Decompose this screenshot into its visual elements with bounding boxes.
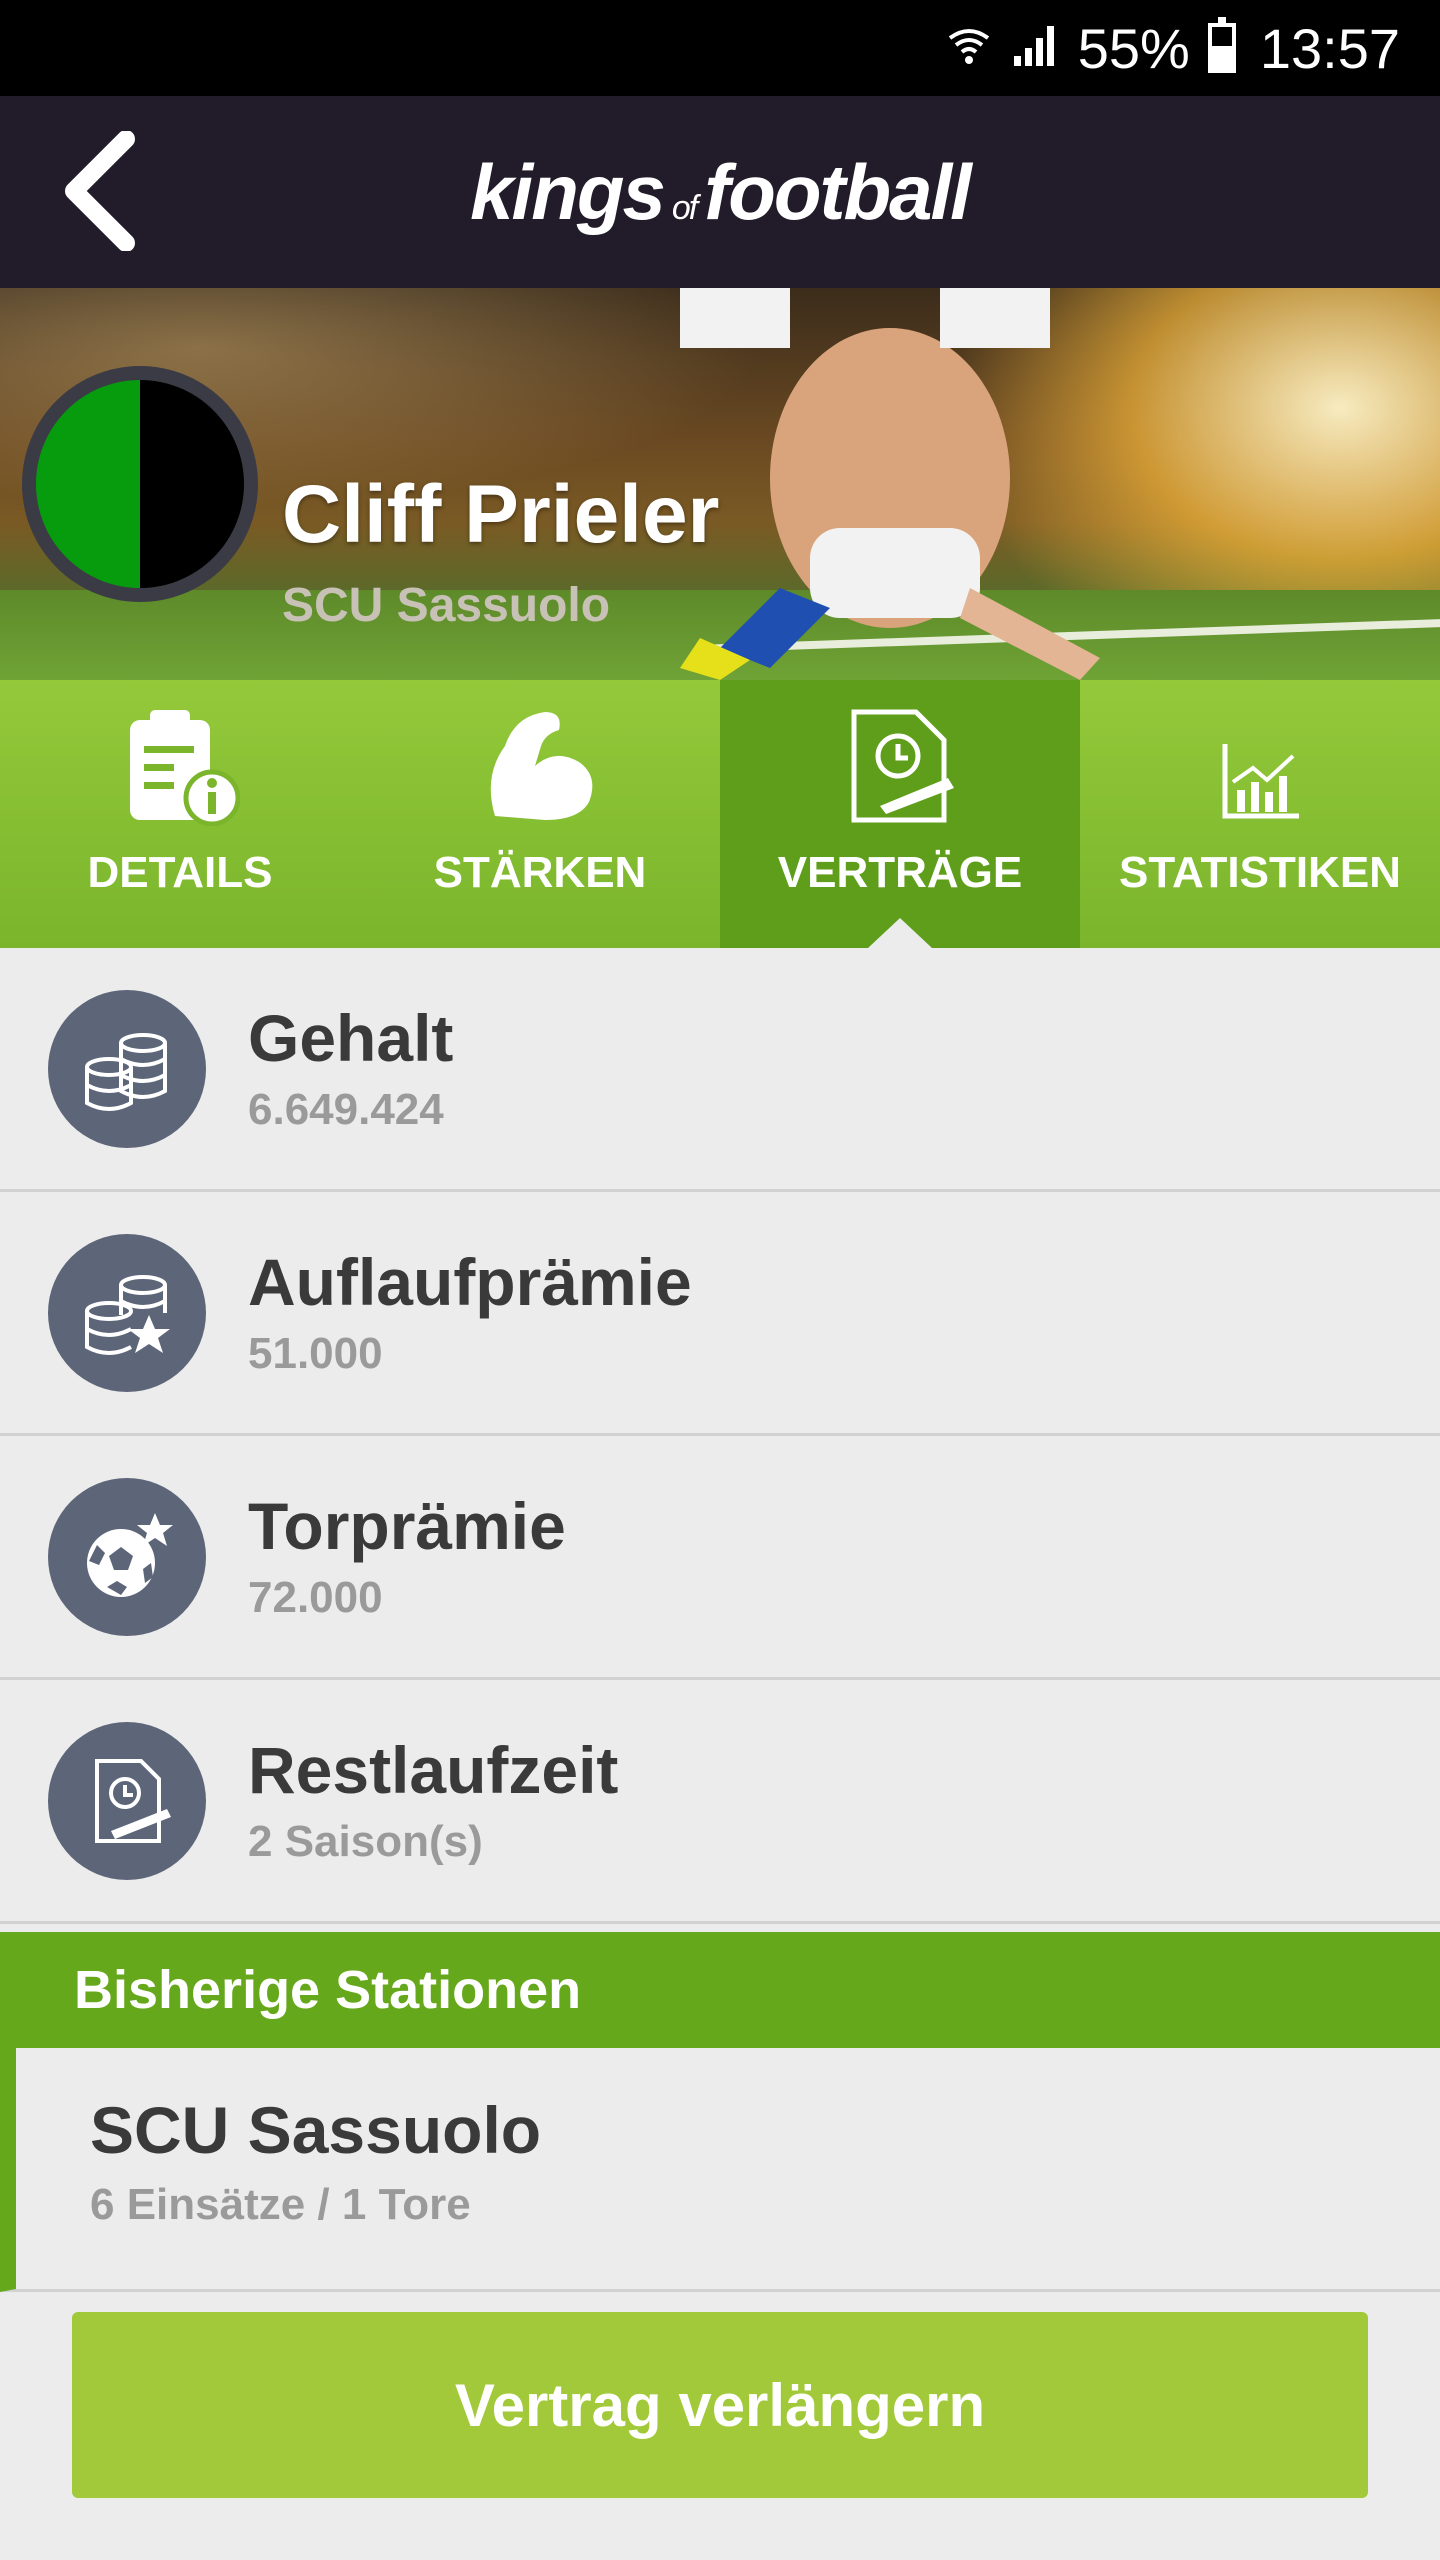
row-title: Gehalt bbox=[248, 1001, 454, 1076]
team-badge bbox=[22, 366, 258, 602]
list-item-auflaufpraemie: Auflaufprämie 51.000 bbox=[0, 1192, 1440, 1436]
clock: 13:57 bbox=[1259, 16, 1400, 80]
section-header-stations: Bisherige Stationen bbox=[0, 1932, 1440, 2048]
player-name: Cliff Prieler bbox=[282, 469, 720, 560]
status-bar: 55% 13:57 bbox=[0, 0, 1440, 96]
contract-list: Gehalt 6.649.424 Auflaufprämie 51.000 To… bbox=[0, 948, 1440, 1924]
signal-icon bbox=[1010, 16, 1060, 81]
battery-icon bbox=[1207, 17, 1236, 73]
contract-icon bbox=[851, 709, 954, 823]
list-item-torpraemie: Torprämie 72.000 bbox=[0, 1436, 1440, 1680]
flexed-arm-icon bbox=[490, 712, 593, 820]
extend-contract-button[interactable]: Vertrag verlängern bbox=[72, 2312, 1368, 2498]
row-title: Auflaufprämie bbox=[248, 1245, 692, 1320]
list-item-gehalt: Gehalt 6.649.424 bbox=[0, 948, 1440, 1192]
tab-staerken[interactable]: STÄRKEN bbox=[360, 680, 720, 948]
tab-bar: DETAILS STÄRKEN VERTRÄGE STATISTIKEN bbox=[0, 680, 1440, 948]
station-club: SCU Sassuolo bbox=[90, 2093, 542, 2167]
station-stats: 6 Einsätze / 1 Tore bbox=[90, 2180, 471, 2229]
player-hero: Cliff Prieler SCU Sassuolo bbox=[0, 288, 1440, 680]
contract-icon bbox=[48, 1721, 206, 1880]
tab-statistiken[interactable]: STATISTIKEN bbox=[1080, 680, 1440, 948]
football-star-icon bbox=[48, 1477, 206, 1636]
chevron-left-icon bbox=[65, 131, 135, 251]
row-title: Restlaufzeit bbox=[248, 1733, 619, 1808]
app-logo: kings of football bbox=[470, 147, 972, 236]
list-item-station[interactable]: SCU Sassuolo 6 Einsätze / 1 Tore bbox=[0, 2048, 1440, 2292]
tab-details[interactable]: DETAILS bbox=[0, 680, 360, 948]
tab-vertraege[interactable]: VERTRÄGE bbox=[720, 680, 1080, 948]
wifi-icon bbox=[946, 16, 992, 81]
coins-icon bbox=[48, 989, 206, 1148]
app-bar: kings of football bbox=[0, 96, 1440, 288]
row-value: 6.649.424 bbox=[248, 1084, 444, 1134]
tab-label: DETAILS bbox=[87, 848, 273, 897]
tab-label: VERTRÄGE bbox=[777, 848, 1023, 897]
bar-chart-icon bbox=[1222, 744, 1299, 819]
battery-percent: 55% bbox=[1077, 16, 1190, 80]
row-value: 2 Saison(s) bbox=[248, 1816, 483, 1866]
tab-label: STÄRKEN bbox=[433, 848, 647, 897]
row-title: Torprämie bbox=[248, 1489, 566, 1564]
row-value: 72.000 bbox=[248, 1572, 383, 1622]
tab-label: STATISTIKEN bbox=[1119, 848, 1401, 897]
player-club: SCU Sassuolo bbox=[282, 579, 611, 632]
back-button[interactable] bbox=[40, 126, 160, 256]
list-item-restlaufzeit: Restlaufzeit 2 Saison(s) bbox=[0, 1680, 1440, 1924]
coins-star-icon bbox=[48, 1233, 206, 1392]
row-value: 51.000 bbox=[248, 1328, 383, 1378]
clipboard-info-icon bbox=[130, 710, 240, 826]
